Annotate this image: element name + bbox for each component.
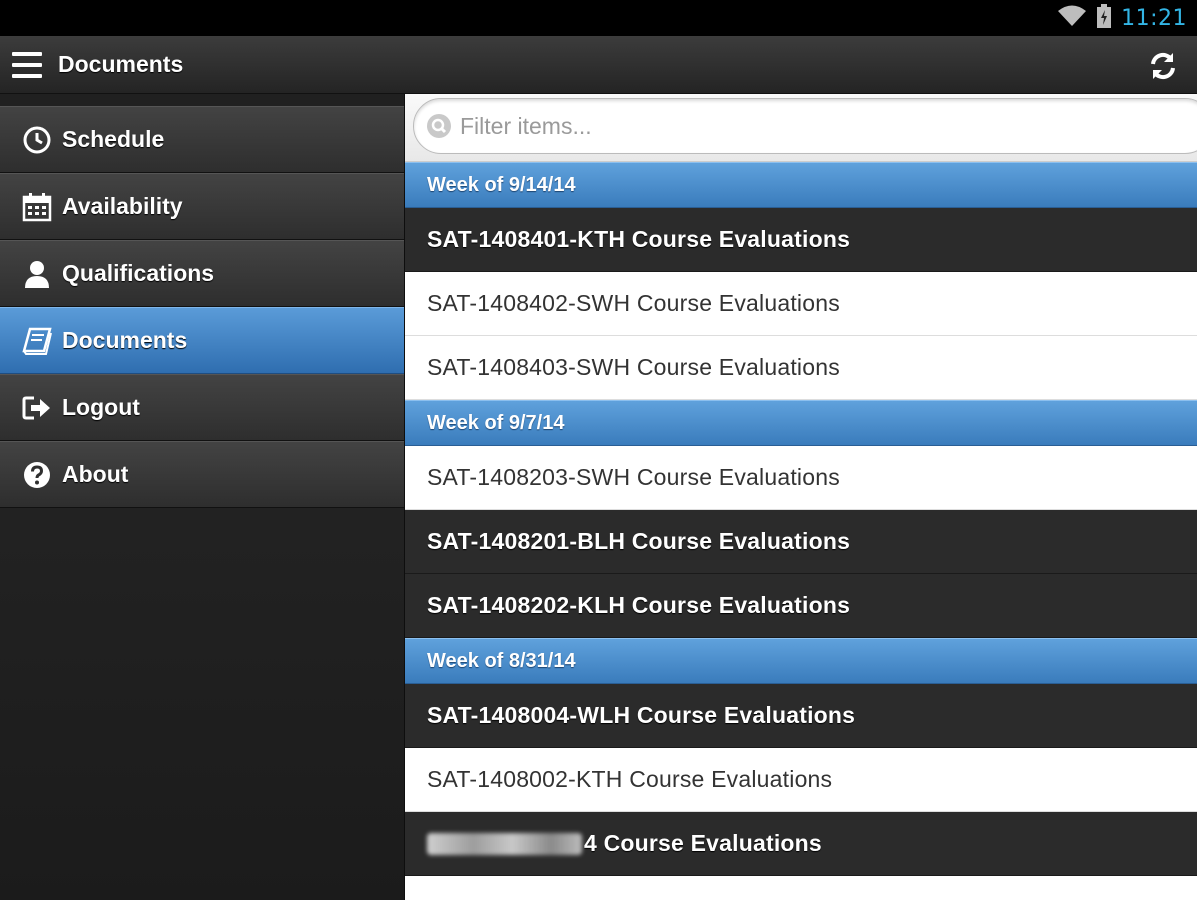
list-item-partial[interactable] <box>405 876 1197 900</box>
sidebar: Schedule Availability Qualifications Doc… <box>0 94 405 900</box>
list-item[interactable]: SAT-1408201-BLH Course Evaluations <box>405 510 1197 574</box>
list-item[interactable]: SAT-1408202-KLH Course Evaluations <box>405 574 1197 638</box>
sidebar-item-label: Schedule <box>62 126 165 152</box>
battery-icon <box>1097 3 1112 33</box>
week-divider: Week of 9/14/14 <box>405 162 1197 208</box>
wifi-icon <box>1057 4 1087 33</box>
sidebar-item-label: Documents <box>62 327 188 353</box>
list-item-redacted[interactable]: 4 Course Evaluations <box>405 812 1197 876</box>
redacted-text <box>427 832 582 855</box>
list-item-label: 4 Course Evaluations <box>584 830 822 856</box>
list-item[interactable]: SAT-1408002-KTH Course Evaluations <box>405 748 1197 812</box>
search-icon <box>426 113 452 139</box>
list-item[interactable]: SAT-1408403-SWH Course Evaluations <box>405 336 1197 400</box>
documents-list-panel: Week of 9/14/14 SAT-1408401-KTH Course E… <box>405 94 1197 900</box>
help-icon <box>22 460 52 490</box>
filter-field[interactable] <box>413 98 1197 154</box>
sidebar-item-availability[interactable]: Availability <box>0 173 404 240</box>
list-item[interactable]: SAT-1408401-KTH Course Evaluations <box>405 208 1197 272</box>
refresh-icon[interactable] <box>1147 50 1179 82</box>
page-title: Documents <box>58 51 184 77</box>
book-icon <box>22 326 52 356</box>
list-item[interactable]: SAT-1408004-WLH Course Evaluations <box>405 684 1197 748</box>
action-bar: Documents <box>0 36 1197 94</box>
sidebar-item-logout[interactable]: Logout <box>0 374 404 441</box>
sidebar-item-documents[interactable]: Documents <box>0 307 404 374</box>
status-time: 11:21 <box>1121 5 1187 31</box>
sidebar-item-label: Qualifications <box>62 260 215 286</box>
list-item[interactable]: SAT-1408402-SWH Course Evaluations <box>405 272 1197 336</box>
clock-icon <box>22 125 52 155</box>
filter-input[interactable] <box>460 112 1060 140</box>
week-divider: Week of 8/31/14 <box>405 638 1197 684</box>
person-icon <box>22 259 52 289</box>
hamburger-icon[interactable] <box>12 51 42 78</box>
sidebar-item-qualifications[interactable]: Qualifications <box>0 240 404 307</box>
sidebar-item-label: About <box>62 461 129 487</box>
sidebar-item-label: Logout <box>62 394 140 420</box>
filter-bar <box>405 94 1197 162</box>
list-item[interactable]: SAT-1408203-SWH Course Evaluations <box>405 446 1197 510</box>
sidebar-item-about[interactable]: About <box>0 441 404 508</box>
logout-icon <box>22 393 52 423</box>
calendar-icon <box>22 192 52 222</box>
week-divider: Week of 9/7/14 <box>405 400 1197 446</box>
sidebar-item-label: Availability <box>62 193 183 219</box>
sidebar-item-schedule[interactable]: Schedule <box>0 106 404 173</box>
status-bar: 11:21 <box>0 0 1197 36</box>
